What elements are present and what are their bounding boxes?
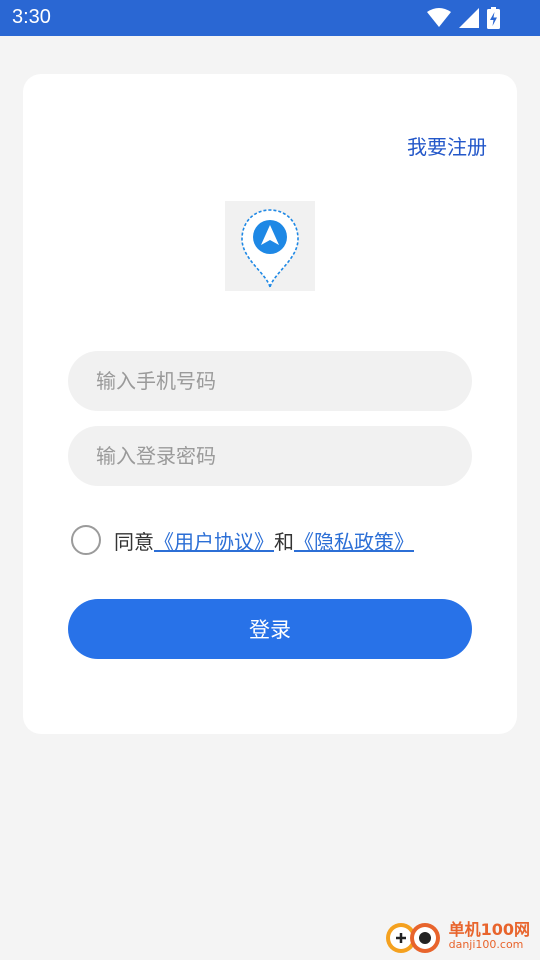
agreement-row: 同意 《用户协议》 和 《隐私政策》 — [71, 525, 414, 555]
agree-conjunction: 和 — [274, 529, 294, 554]
user-agreement-link[interactable]: 《用户协议》 — [154, 526, 274, 555]
agree-checkbox[interactable] — [71, 525, 101, 555]
password-input[interactable] — [68, 426, 472, 486]
login-button[interactable]: 登录 — [68, 599, 472, 659]
phone-input[interactable] — [68, 351, 472, 411]
status-icons — [427, 7, 500, 29]
watermark: 单机100网 danji100.com — [383, 916, 530, 956]
watermark-brand: 单机100网 — [448, 920, 530, 940]
wifi-icon — [427, 8, 451, 27]
status-time: 3:30 — [12, 6, 51, 28]
watermark-text: 单机100网 danji100.com — [449, 921, 530, 951]
battery-charging-icon — [487, 7, 500, 29]
agree-prefix: 同意 — [114, 529, 154, 554]
register-link[interactable]: 我要注册 — [407, 131, 487, 160]
app-logo — [225, 201, 315, 291]
watermark-url: danji100.com — [448, 937, 524, 951]
status-bar: 3:30 — [0, 0, 540, 36]
login-card: 我要注册 同意 《用户协议》 和 《隐私政策》 登录 — [23, 74, 517, 734]
privacy-policy-link[interactable]: 《隐私政策》 — [294, 526, 414, 555]
location-navigation-pin-icon — [241, 209, 299, 290]
watermark-logo-icon — [385, 923, 440, 953]
cell-signal-icon — [459, 8, 479, 28]
